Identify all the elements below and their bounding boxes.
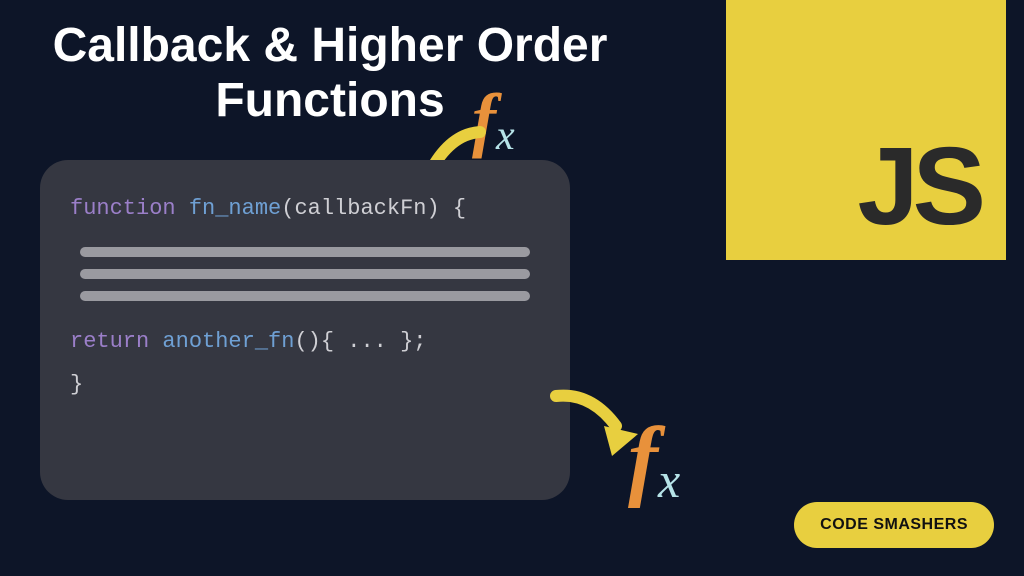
open-paren: ( xyxy=(281,196,294,221)
open-brace: { xyxy=(453,196,466,221)
page-title: Callback & Higher Order Functions xyxy=(40,18,620,128)
code-placeholder-bar xyxy=(80,269,530,279)
return-function-name: another_fn xyxy=(162,329,294,354)
keyword-function: function xyxy=(70,196,176,221)
return-parens: () xyxy=(294,329,320,354)
code-placeholder-bar xyxy=(80,247,530,257)
return-open-brace: { xyxy=(321,329,334,354)
close-paren: ) xyxy=(426,196,439,221)
close-brace: } xyxy=(70,372,83,397)
code-close: } xyxy=(70,372,540,397)
brand-badge: CODE SMASHERS xyxy=(794,502,994,548)
fx-icon-bottom: fx xyxy=(628,408,680,511)
code-return-line: return another_fn(){ ... }; xyxy=(70,329,540,354)
semicolon: ; xyxy=(413,329,426,354)
function-name: fn_name xyxy=(189,196,281,221)
keyword-return: return xyxy=(70,329,149,354)
js-logo-text: JS xyxy=(857,132,980,242)
fx-f-glyph: f xyxy=(628,410,658,509)
code-placeholder-lines xyxy=(80,247,530,301)
return-close-brace: } xyxy=(400,329,413,354)
fx-x-glyph: x xyxy=(658,452,680,508)
js-logo: JS xyxy=(726,0,1006,260)
param-name: callbackFn xyxy=(294,196,426,221)
code-block: function fn_name(callbackFn) { return an… xyxy=(40,160,570,500)
fx-x-glyph: x xyxy=(496,113,515,159)
code-placeholder-bar xyxy=(80,291,530,301)
code-signature: function fn_name(callbackFn) { xyxy=(70,196,540,221)
return-ellipsis: ... xyxy=(334,329,400,354)
